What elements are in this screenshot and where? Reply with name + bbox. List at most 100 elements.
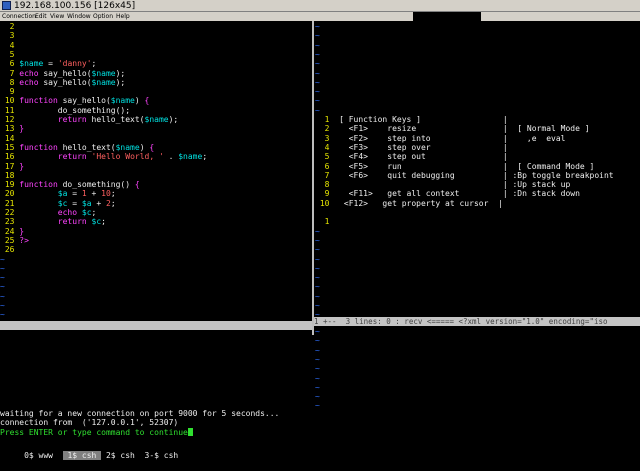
code-token: $name xyxy=(144,115,169,124)
left-status-line xyxy=(0,321,312,330)
line-number: 12 xyxy=(0,115,20,124)
screen-window-3[interactable]: 3-$ csh xyxy=(145,451,179,460)
menu-connection[interactable]: Connection xyxy=(2,12,36,21)
help-line: 5 <F4> step out | xyxy=(315,152,508,161)
screen-window-0[interactable]: 0$ www xyxy=(19,451,62,460)
code-line: 15 function hello_text($name) { xyxy=(0,143,154,152)
help-text: <F2> step into | ,e eval xyxy=(334,133,566,143)
empty-line-marker: ~ xyxy=(315,245,320,254)
tilde-marker: ~ xyxy=(315,336,320,346)
empty-line-marker: ~ xyxy=(315,22,320,31)
code-line: 18 xyxy=(0,171,19,180)
tilde-marker: ~ xyxy=(315,77,320,87)
empty-line-marker: ~ xyxy=(0,255,5,264)
vim-command-area[interactable]: waiting for a new connection on port 900… xyxy=(0,409,640,441)
help-line: 8 | :Up stack up xyxy=(315,180,571,190)
line-number: 20 xyxy=(0,189,20,199)
code-line: 2 xyxy=(0,22,19,31)
code-token: $name xyxy=(110,96,135,106)
code-line: 5 xyxy=(0,50,19,59)
tilde-marker: ~ xyxy=(315,22,320,31)
vertical-split-divider[interactable] xyxy=(312,21,314,335)
empty-line-marker: ~ xyxy=(0,282,5,291)
help-line: 6 <F5> run | [ Command Mode ] xyxy=(315,162,595,171)
help-line: 7 <F6> quit debugging | :Bp toggle break… xyxy=(315,171,614,180)
tilde-marker: ~ xyxy=(315,373,320,383)
menu-view[interactable]: View xyxy=(50,12,64,21)
tilde-marker: ~ xyxy=(315,392,320,402)
line-number: 8 xyxy=(315,180,335,190)
code-token: = xyxy=(67,189,82,199)
tilde-marker: ~ xyxy=(315,245,320,255)
empty-line-marker: ~ xyxy=(315,292,320,301)
code-line: 9 xyxy=(0,87,19,96)
watch-window-pane[interactable]: ~ ~ ~ ~ ~ ~ ~ ~ ~ xyxy=(315,326,640,406)
tilde-marker: ~ xyxy=(315,254,320,264)
code-token: do_something() xyxy=(57,180,135,190)
code-token: + xyxy=(91,198,106,208)
terminal-area[interactable]: 2 3 4 5 6 $name = 'danny'; 7 echo say_he… xyxy=(0,21,640,460)
code-token: $name xyxy=(91,68,116,78)
help-line: 2 <F1> resize | [ Normal Mode ] xyxy=(315,124,590,133)
line-number: 7 xyxy=(315,170,335,180)
line-number: 5 xyxy=(315,152,335,162)
help-text: <F4> step out | xyxy=(334,152,508,162)
empty-line-marker: ~ xyxy=(0,301,5,310)
empty-line-marker: ~ xyxy=(315,301,320,310)
empty-line-marker: ~ xyxy=(315,374,320,383)
code-token: $name xyxy=(19,59,44,69)
help-text: <F6> quit debugging | :Bp toggle breakpo… xyxy=(334,170,614,180)
tilde-marker: ~ xyxy=(0,263,5,273)
line-number: 25 xyxy=(0,235,20,245)
code-line: 23 return $c; xyxy=(0,217,106,226)
help-line: 4 <F3> step over | xyxy=(315,143,508,152)
empty-line-marker: ~ xyxy=(315,346,320,355)
help-line: 9 <F11> get all context | :Dn stack down xyxy=(315,189,580,198)
menu-help[interactable]: Help xyxy=(116,12,130,21)
line-number: 9 xyxy=(0,87,20,97)
empty-line-marker: ~ xyxy=(315,59,320,68)
debugger-help-pane[interactable]: ~ ~ ~ ~ ~ ~ ~ ~ ~ ~ 1 [ Function Keys ] | 2 <F1> … xyxy=(315,21,640,321)
code-line: 26 xyxy=(0,245,19,254)
line-number: 19 xyxy=(0,180,20,190)
tilde-marker: ~ xyxy=(315,382,320,392)
line-number: 10 xyxy=(315,198,335,208)
help-text: [ Function Keys ] | xyxy=(334,115,508,124)
code-line: 16 return 'Hello World, ' . $name; xyxy=(0,152,207,161)
menu-option[interactable]: Option xyxy=(93,12,113,21)
tilde-marker: ~ xyxy=(315,68,320,78)
code-token: say_hello( xyxy=(38,77,92,87)
console-waiting-line: waiting for a new connection on port 900… xyxy=(0,409,280,418)
code-token: ); xyxy=(115,68,126,78)
empty-line-marker: ~ xyxy=(315,236,320,245)
screen-window-1-current[interactable]: 1$ csh xyxy=(62,451,102,460)
window-titlebar[interactable]: 192.168.100.156 [126x45] xyxy=(0,0,640,12)
code-token: function xyxy=(19,96,58,106)
tilde-marker: ~ xyxy=(315,263,320,273)
empty-line-marker: ~ xyxy=(315,355,320,364)
code-line: 8 echo say_hello($name); xyxy=(0,77,126,87)
line-number: 3 xyxy=(0,31,20,41)
code-token: ; xyxy=(110,198,116,208)
empty-line-marker: ~ xyxy=(0,310,5,319)
code-token: $c xyxy=(19,198,68,208)
source-editor-pane[interactable]: 2 3 4 5 6 $name = 'danny'; 7 echo say_he… xyxy=(0,21,312,321)
code-token: ; xyxy=(101,217,106,227)
line-number: 6 xyxy=(0,59,20,69)
line-number: 13 xyxy=(0,124,20,134)
empty-line-marker: ~ xyxy=(0,264,5,273)
help-text: | :Up stack up xyxy=(334,180,571,190)
code-token: hello_text( xyxy=(57,142,116,152)
menu-window[interactable]: Window xyxy=(67,12,91,21)
menu-edit[interactable]: Edit xyxy=(35,12,47,21)
tilde-marker: ~ xyxy=(315,273,320,283)
screen-window-2[interactable]: 2$ csh xyxy=(101,451,144,460)
code-line: 14 xyxy=(0,134,19,143)
code-token: 'Hello World, ' xyxy=(91,152,164,162)
tilde-marker: ~ xyxy=(315,96,320,106)
help-text: <F1> resize | [ Normal Mode ] xyxy=(334,124,590,134)
code-token: return xyxy=(19,115,87,124)
code-token: $name xyxy=(115,142,140,152)
line-number: 3 xyxy=(315,133,335,143)
empty-line-marker: ~ xyxy=(315,336,320,345)
